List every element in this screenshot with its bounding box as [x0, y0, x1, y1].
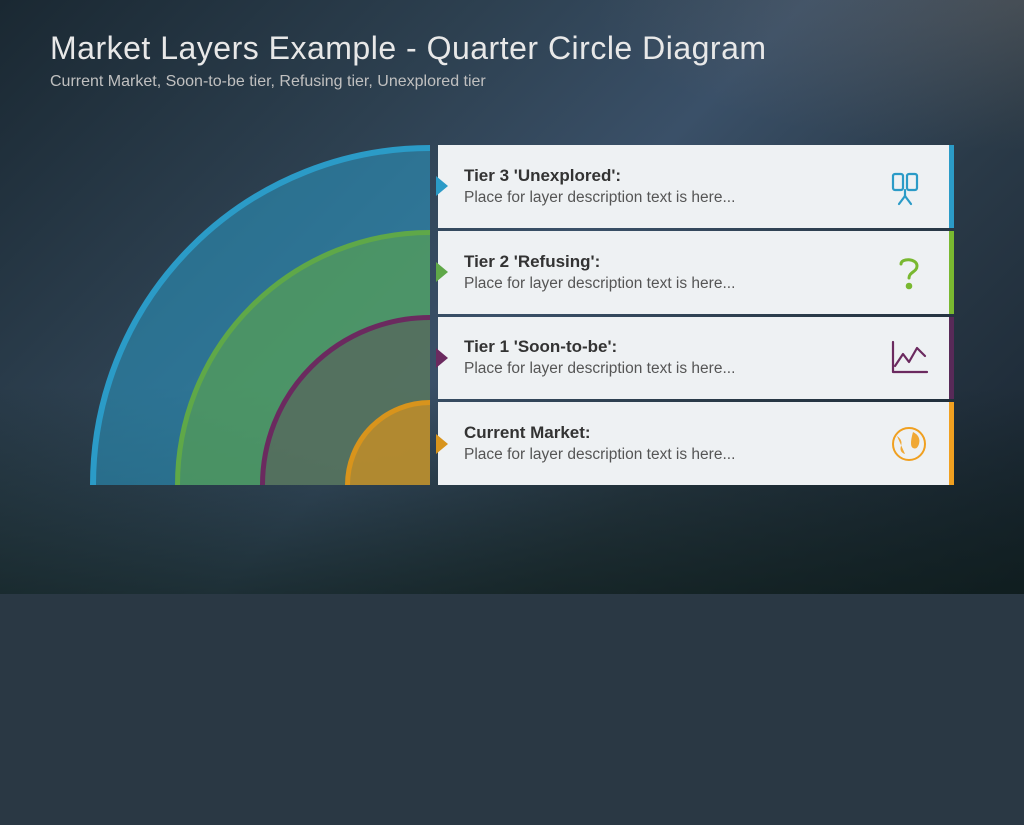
telescope-icon: [887, 164, 931, 208]
slide-subtitle: Current Market, Soon-to-be tier, Refusin…: [50, 73, 974, 91]
globe-icon: [887, 422, 931, 466]
slide: Market Layers Example - Quarter Circle D…: [0, 0, 1024, 594]
layer-desc: Place for layer description text is here…: [464, 360, 879, 378]
layer-row-tier-3: Tier 3 'Unexplored': Place for layer des…: [438, 145, 954, 228]
layer-row-tier-2: Tier 2 'Refusing': Place for layer descr…: [438, 231, 954, 314]
slide-title: Market Layers Example - Quarter Circle D…: [50, 30, 974, 67]
layer-title: Tier 3 'Unexplored':: [464, 166, 879, 186]
layer-row-tier-0: Current Market: Place for layer descript…: [438, 402, 954, 485]
layer-desc: Place for layer description text is here…: [464, 275, 879, 293]
layer-desc: Place for layer description text is here…: [464, 189, 879, 207]
arc-stack: [90, 145, 430, 485]
chart-icon: [887, 336, 931, 380]
layer-title: Current Market:: [464, 423, 879, 443]
question-icon: [887, 250, 931, 294]
layer-title: Tier 2 'Refusing':: [464, 252, 879, 272]
layer-rows: Tier 3 'Unexplored': Place for layer des…: [438, 145, 954, 485]
layer-row-tier-1: Tier 1 'Soon-to-be': Place for layer des…: [438, 317, 954, 400]
layer-desc: Place for layer description text is here…: [464, 446, 879, 464]
layer-title: Tier 1 'Soon-to-be':: [464, 337, 879, 357]
quarter-circle-diagram: 3 2 1 0 Tier 3 'Unexplored': Place for l…: [90, 145, 954, 485]
